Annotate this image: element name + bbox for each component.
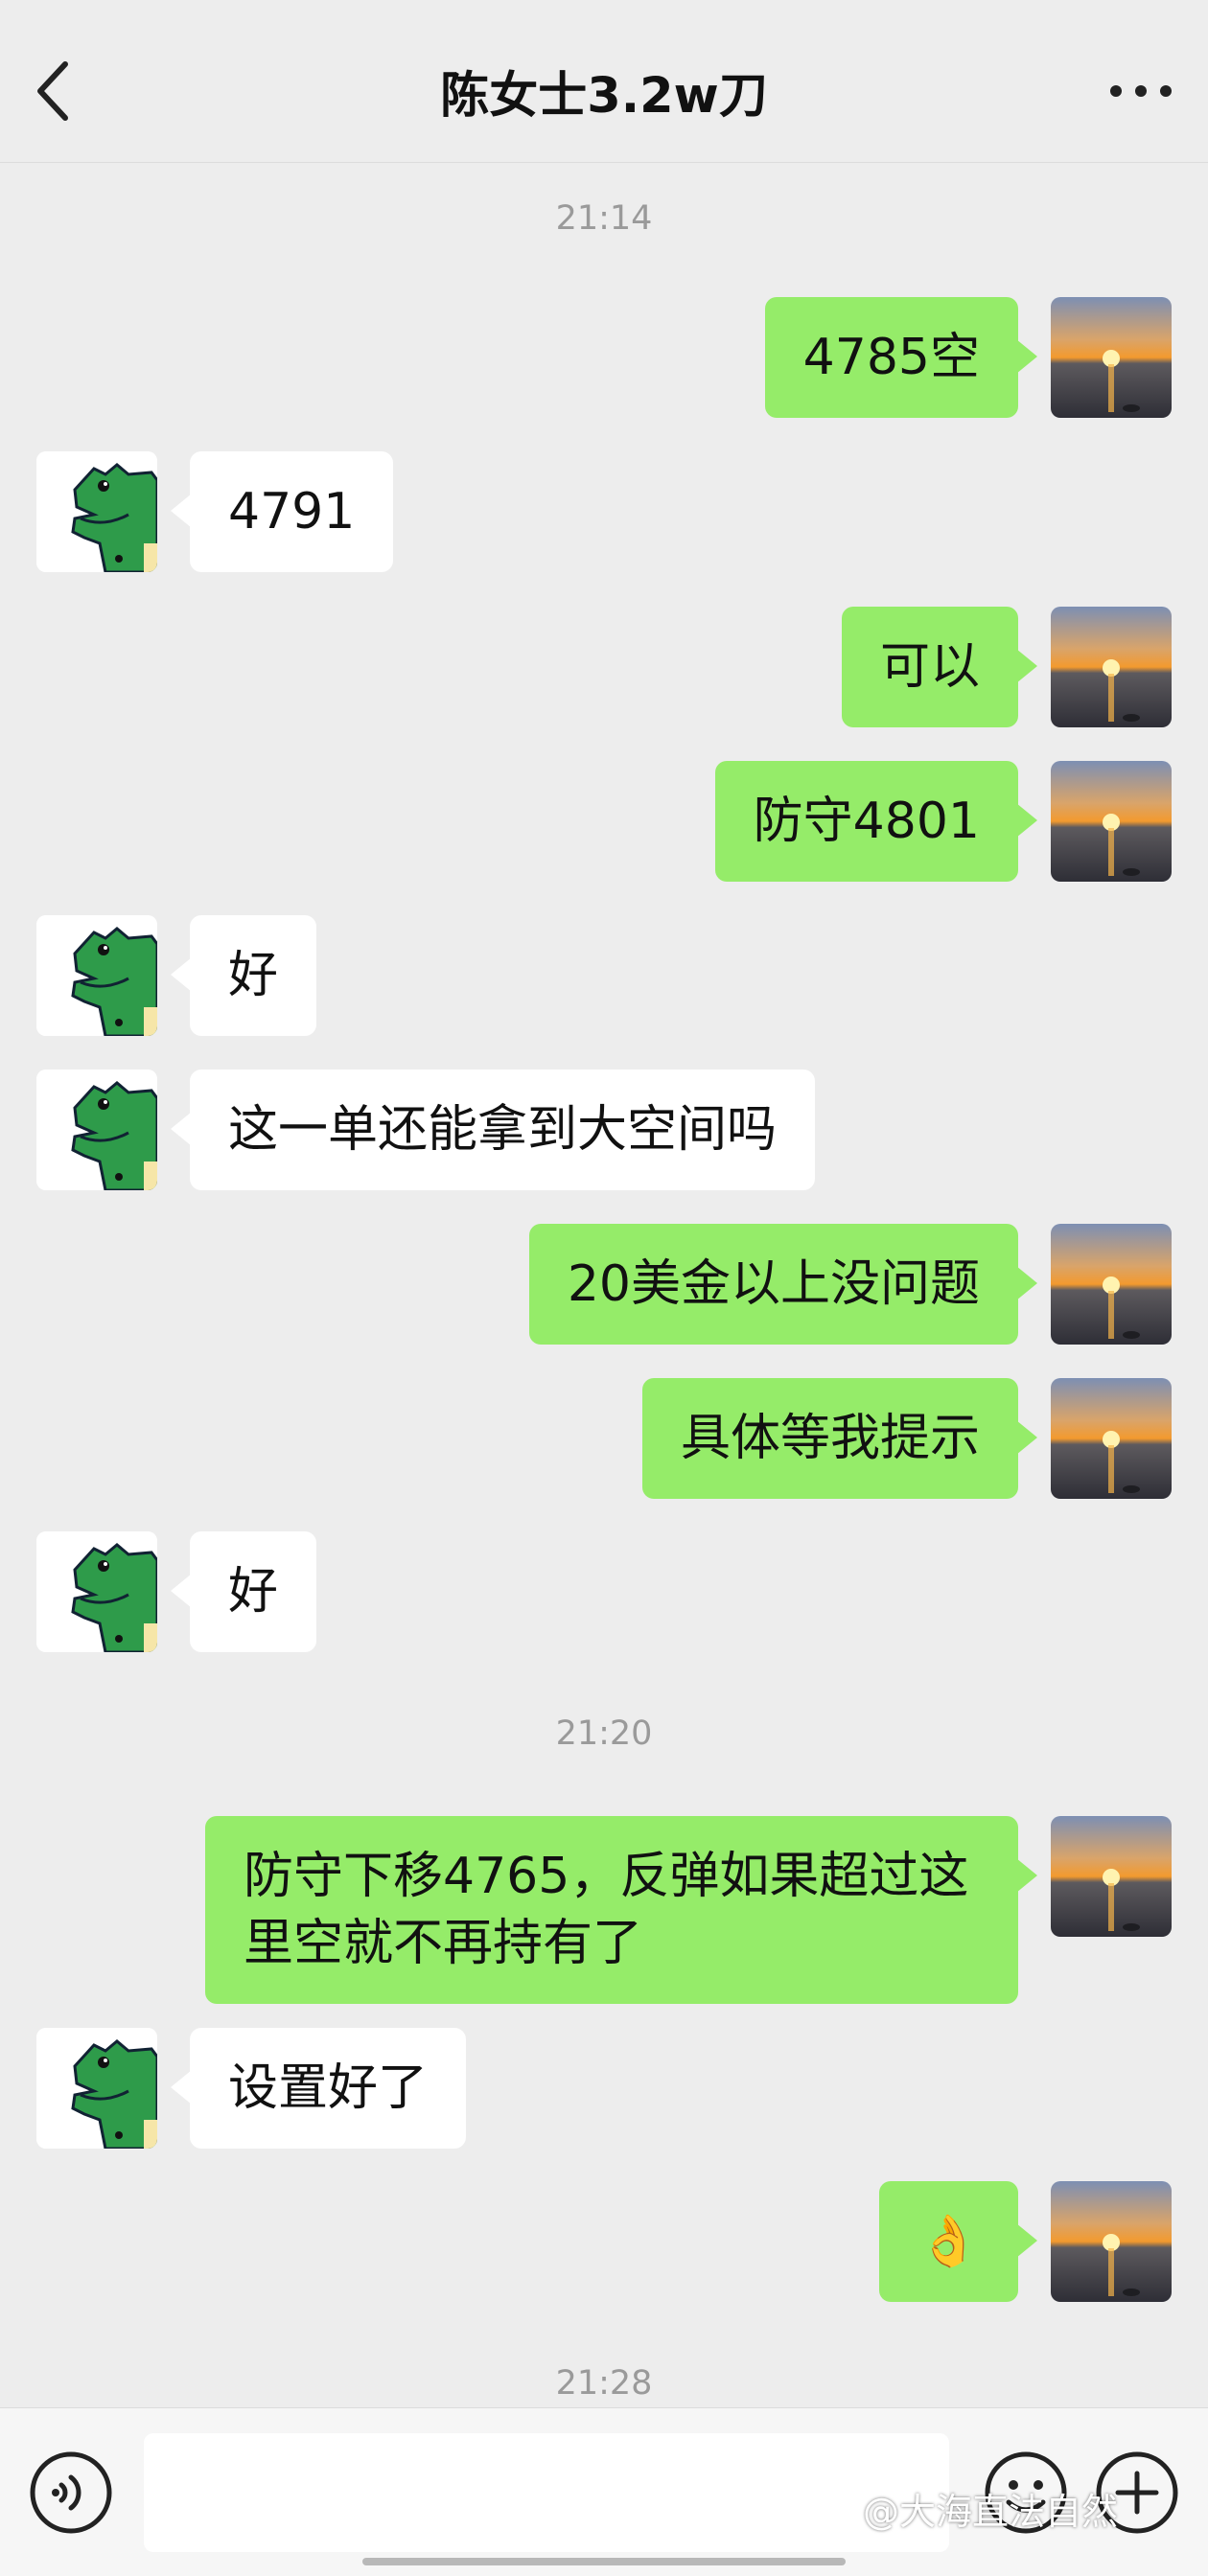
my-avatar[interactable] bbox=[1051, 761, 1172, 882]
voice-icon bbox=[30, 2451, 112, 2534]
message-bubble-outgoing[interactable]: 防守4801 bbox=[714, 761, 1038, 882]
chat-title: 陈女士3.2w刀 bbox=[440, 68, 768, 125]
my-avatar[interactable] bbox=[1051, 2181, 1172, 2302]
contact-avatar[interactable] bbox=[36, 2028, 157, 2149]
timestamp: 21:14 bbox=[555, 199, 653, 238]
watermark: @大海直法自然 bbox=[863, 2491, 1119, 2533]
my-avatar[interactable] bbox=[1051, 1378, 1172, 1499]
message-bubble-outgoing[interactable]: 4785空 bbox=[764, 297, 1038, 418]
message-bubble-incoming[interactable]: 这一单还能拿到大空间吗 bbox=[170, 1070, 816, 1190]
contact-avatar[interactable] bbox=[36, 1531, 157, 1652]
my-avatar[interactable] bbox=[1051, 607, 1172, 727]
timestamp: 21:28 bbox=[555, 2364, 653, 2403]
timestamp: 21:20 bbox=[555, 1714, 653, 1753]
message-bubble-outgoing[interactable]: 可以 bbox=[841, 607, 1038, 727]
my-avatar[interactable] bbox=[1051, 1224, 1172, 1345]
message-bubble-incoming[interactable]: 好 bbox=[170, 1531, 317, 1652]
message-bubble-outgoing[interactable]: 20美金以上没问题 bbox=[528, 1224, 1038, 1345]
contact-avatar[interactable] bbox=[36, 915, 157, 1036]
contact-avatar[interactable] bbox=[36, 1070, 157, 1190]
my-avatar[interactable] bbox=[1051, 297, 1172, 418]
chat-header: 陈女士3.2w刀 bbox=[0, 0, 1208, 163]
my-avatar[interactable] bbox=[1051, 1816, 1172, 1937]
message-bubble-incoming[interactable]: 好 bbox=[170, 915, 317, 1036]
home-indicator[interactable] bbox=[362, 2558, 846, 2565]
message-bubble-incoming[interactable]: 设置好了 bbox=[170, 2028, 467, 2149]
voice-button[interactable] bbox=[29, 2450, 113, 2535]
more-dots-icon bbox=[1110, 85, 1172, 97]
more-button[interactable] bbox=[1103, 67, 1179, 115]
message-bubble-outgoing[interactable]: 👌 bbox=[879, 2181, 1037, 2302]
message-bubble-incoming[interactable]: 4791 bbox=[170, 451, 394, 572]
message-input[interactable] bbox=[144, 2433, 949, 2552]
message-bubble-outgoing[interactable]: 防守下移4765，反弹如果超过这里空就不再持有了 bbox=[205, 1816, 1037, 2004]
contact-avatar[interactable] bbox=[36, 451, 157, 572]
message-bubble-outgoing[interactable]: 具体等我提示 bbox=[641, 1378, 1038, 1499]
chat-screen: 陈女士3.2w刀 21:14 21:20 21:28 4785空 4791 可以… bbox=[0, 0, 1208, 2576]
